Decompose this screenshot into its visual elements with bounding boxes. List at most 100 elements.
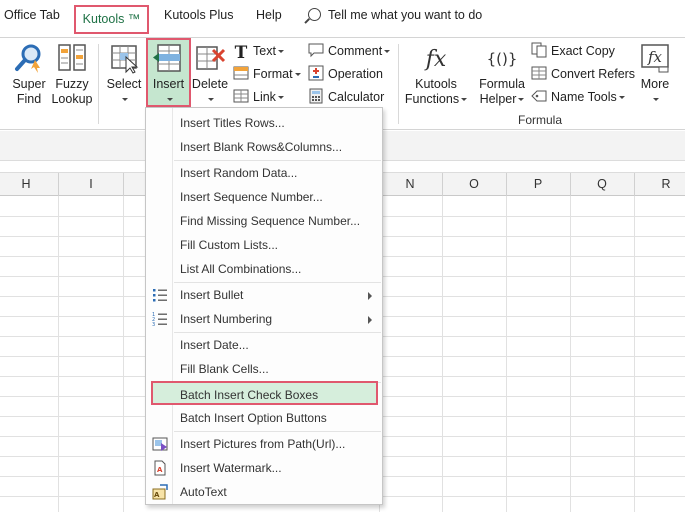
super-find-label-1: Super	[12, 77, 46, 91]
menu-item-label: Insert Numbering	[180, 312, 273, 326]
grid-column-line	[123, 196, 124, 512]
convert-refers-button[interactable]: Convert Refers	[531, 64, 635, 84]
column-divider	[123, 173, 124, 197]
menu-item-batch-insert-option-buttons[interactable]: Batch Insert Option Buttons	[146, 406, 382, 430]
exact-copy-button[interactable]: Exact Copy	[531, 41, 615, 61]
kutools-functions-label-1: Kutools	[415, 77, 457, 91]
chevron-down-icon	[653, 98, 659, 101]
grid-column-line	[634, 196, 635, 512]
svg-text:fx: fx	[647, 48, 663, 66]
menu-item-insert-titles-rows[interactable]: Insert Titles Rows...	[146, 111, 382, 135]
chevron-down-icon	[166, 98, 173, 101]
svg-text:{()}: {()}	[487, 50, 518, 68]
fuzzy-lookup-label-1: Fuzzy	[55, 77, 89, 91]
chevron-down-icon	[384, 50, 391, 53]
column-header-q[interactable]: Q	[592, 177, 612, 191]
kutools-functions-button[interactable]: fx Kutools Functions	[403, 38, 469, 118]
search-icon	[308, 8, 321, 21]
menu-item-fill-blank-cells[interactable]: Fill Blank Cells...	[146, 357, 382, 381]
formula-helper-label-2: Helper	[479, 92, 517, 106]
menu-item-insert-bullet[interactable]: Insert Bullet	[146, 283, 382, 307]
column-header-n[interactable]: N	[400, 177, 420, 191]
kutools-functions-label-2: Functions	[404, 92, 460, 106]
convert-refers-icon	[531, 66, 547, 80]
grid-column-line	[442, 196, 443, 512]
name-tools-button[interactable]: Name Tools	[531, 87, 625, 107]
exact-copy-label: Exact Copy	[551, 44, 615, 58]
menu-item-label: Insert Sequence Number...	[180, 190, 323, 204]
link-button[interactable]: Link	[233, 87, 284, 107]
column-header-r[interactable]: R	[656, 177, 676, 191]
menu-item-batch-insert-check-boxes[interactable]: Batch Insert Check Boxes	[151, 381, 378, 405]
menu-item-label: Insert Random Data...	[180, 166, 298, 180]
super-find-icon	[15, 44, 41, 73]
column-header-o[interactable]: O	[464, 177, 484, 191]
text-icon: T	[234, 43, 248, 63]
chevron-down-icon	[208, 98, 214, 101]
chevron-down-icon	[461, 98, 468, 101]
text-button[interactable]: T Text	[233, 41, 284, 63]
fuzzy-lookup-icon	[58, 44, 86, 71]
formula-group-label: Formula	[518, 113, 563, 127]
column-header-p[interactable]: P	[528, 177, 548, 191]
formula-helper-button[interactable]: {()} Formula Helper	[477, 38, 527, 118]
text-label: Text	[253, 44, 276, 58]
delete-button[interactable]: Delete	[190, 38, 230, 118]
select-label: Select	[106, 77, 142, 91]
insert-label: Insert	[152, 77, 185, 91]
menu-item-label: Insert Bullet	[180, 288, 244, 302]
tab-kutools-plus[interactable]: Kutools Plus	[164, 8, 233, 22]
tab-help[interactable]: Help	[256, 8, 282, 22]
more-button[interactable]: fx More	[635, 38, 675, 118]
more-fx-icon: fx	[641, 44, 669, 73]
calculator-icon	[309, 88, 323, 104]
menu-item-insert-pictures-from-path[interactable]: Insert Pictures from Path(Url)...	[146, 432, 382, 456]
svg-text:A: A	[157, 466, 163, 474]
group-separator	[98, 44, 99, 124]
autotext-icon: A	[152, 484, 168, 500]
format-button[interactable]: Format	[233, 64, 301, 84]
menu-item-autotext[interactable]: A AutoText	[146, 480, 382, 504]
column-header-h[interactable]: H	[16, 177, 36, 191]
tab-office-tab[interactable]: Office Tab	[4, 8, 60, 22]
menu-item-label: Fill Blank Cells...	[180, 362, 269, 376]
menu-item-find-missing-sequence-number[interactable]: Find Missing Sequence Number...	[146, 209, 382, 233]
menu-item-insert-date[interactable]: Insert Date...	[146, 333, 382, 357]
calculator-button[interactable]: Calculator	[308, 87, 384, 107]
tab-kutools[interactable]: Kutools ™	[74, 5, 149, 34]
chevron-down-icon	[277, 96, 284, 99]
menu-item-label: Insert Pictures from Path(Url)...	[180, 437, 346, 451]
menu-item-label: Batch Insert Option Buttons	[180, 411, 327, 425]
menu-item-label: Insert Blank Rows&Columns...	[180, 140, 343, 154]
menu-item-insert-blank-rows-columns[interactable]: Insert Blank Rows&Columns...	[146, 135, 382, 159]
group-separator	[398, 44, 399, 124]
ribbon-tab-bar: Office Tab Kutools ™ Kutools Plus Help T…	[0, 0, 685, 38]
watermark-icon: A	[154, 460, 166, 476]
menu-item-fill-custom-lists[interactable]: Fill Custom Lists...	[146, 233, 382, 257]
more-label: More	[640, 77, 670, 91]
super-find-label-2: Find	[16, 92, 42, 106]
format-icon	[233, 66, 249, 80]
picture-icon	[152, 437, 168, 451]
numbered-list-icon: 1 2 3	[152, 312, 167, 327]
comment-label: Comment	[328, 44, 383, 58]
chevron-down-icon	[122, 98, 128, 101]
menu-item-insert-sequence-number[interactable]: Insert Sequence Number...	[146, 185, 382, 209]
menu-item-label: List All Combinations...	[180, 262, 302, 276]
operation-button[interactable]: Operation	[308, 64, 383, 84]
format-label: Format	[253, 67, 293, 81]
column-header-i[interactable]: I	[81, 177, 101, 191]
menu-item-list-all-combinations[interactable]: List All Combinations...	[146, 257, 382, 281]
submenu-arrow-icon	[368, 316, 372, 324]
comment-button[interactable]: Comment	[308, 41, 391, 61]
select-button[interactable]: Select	[104, 38, 144, 118]
menu-item-insert-numbering[interactable]: 1 2 3 Insert Numbering	[146, 307, 382, 331]
insert-button[interactable]: Insert	[146, 38, 191, 107]
super-find-button[interactable]: Super Find	[8, 38, 50, 118]
menu-item-insert-random-data[interactable]: Insert Random Data...	[146, 161, 382, 185]
tell-me-search[interactable]: Tell me what you want to do	[308, 8, 482, 22]
svg-text:3: 3	[152, 322, 155, 327]
fuzzy-lookup-button[interactable]: Fuzzy Lookup	[50, 38, 94, 118]
menu-item-insert-watermark[interactable]: A Insert Watermark...	[146, 456, 382, 480]
operation-label: Operation	[328, 67, 383, 81]
